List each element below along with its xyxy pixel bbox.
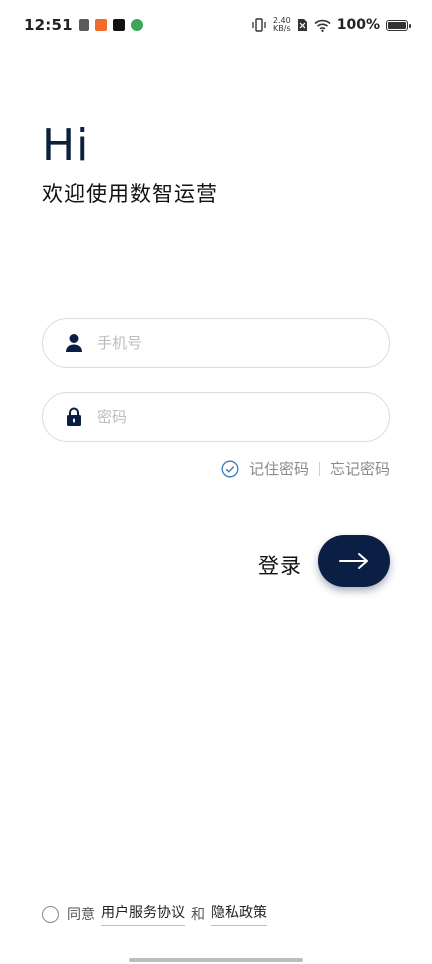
status-left: 12:51 <box>24 16 143 34</box>
arrow-right-icon <box>339 553 368 569</box>
forget-password-link[interactable]: 忘记密码 <box>330 458 390 479</box>
agreement-row: 同意 用户服务协议 和 隐私政策 <box>42 902 273 926</box>
login-button[interactable] <box>318 535 390 587</box>
remember-password-label[interactable]: 记住密码 <box>249 458 309 479</box>
greeting-title: Hi <box>42 120 90 171</box>
login-label: 登录 <box>258 554 302 578</box>
lock-icon <box>65 407 83 427</box>
no-sim-icon <box>297 19 307 31</box>
phone-field[interactable] <box>42 318 390 368</box>
status-time: 12:51 <box>24 16 73 34</box>
agreement-radio[interactable] <box>42 905 59 923</box>
orange-app-notification-icon <box>94 19 107 31</box>
clipboard-notification-icon <box>78 19 89 31</box>
network-speed-unit: KB/s <box>273 24 291 33</box>
phone-input[interactable] <box>97 334 357 352</box>
and-text: 和 <box>191 907 205 923</box>
password-field[interactable] <box>42 392 390 442</box>
agree-text: 同意 <box>67 907 95 923</box>
green-app-notification-icon <box>130 19 143 31</box>
wifi-icon <box>314 19 331 32</box>
password-input[interactable] <box>97 408 357 426</box>
service-agreement-link[interactable]: 用户服务协议 <box>101 902 185 926</box>
user-icon <box>65 333 83 353</box>
greeting-subtitle: 欢迎使用数智运营 <box>42 182 218 206</box>
options-divider <box>318 461 320 476</box>
status-right: 2.40 KB/s 100% <box>251 17 411 33</box>
tiktok-notification-icon <box>112 19 125 31</box>
password-options: 记住密码 忘记密码 <box>221 458 390 479</box>
battery-icon <box>386 19 411 31</box>
battery-percent: 100% <box>336 17 380 33</box>
home-indicator[interactable] <box>129 958 303 962</box>
network-speed: 2.40 KB/s <box>273 17 291 33</box>
vibrate-icon <box>252 18 266 32</box>
privacy-policy-link[interactable]: 隐私政策 <box>211 902 267 926</box>
check-circle-icon[interactable] <box>221 460 239 478</box>
login-screen: 12:51 2.40 KB/s 100% Hi 欢迎使用数智运营 手机号 记住密… <box>0 0 432 964</box>
battery-level <box>388 21 406 29</box>
status-bar: 12:51 2.40 KB/s 100% <box>0 0 432 50</box>
